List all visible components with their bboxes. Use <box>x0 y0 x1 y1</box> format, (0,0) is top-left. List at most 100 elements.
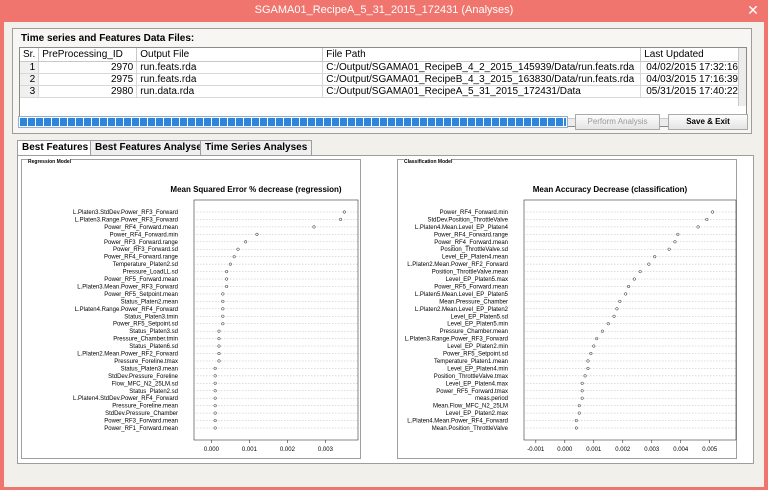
feature-label: L.Platen4.StdDev.Power_RF4_Forward <box>73 396 178 402</box>
feature-label: Flow_MFC_N2_25LM.sd <box>112 381 178 387</box>
files-table: Sr. PreProcessing_ID Output File File Pa… <box>20 48 742 98</box>
feature-label: Power_RF4_Forward.mean <box>104 225 178 231</box>
feature-label: Power_RF1_Forward.mean <box>104 426 178 432</box>
window-title: SGAMA01_RecipeA_5_31_2015_172431 (Analys… <box>254 4 514 16</box>
feature-label: Position_ThrottleValve.mean <box>432 270 508 276</box>
x-tick-label: 0.004 <box>673 447 689 453</box>
feature-label: L.Platen4.Range.Power_RF4_Forward <box>75 307 178 313</box>
classification-model-panel: Classification Model Mean Accuracy Decre… <box>397 159 737 459</box>
feature-label: Status_Platen3.mean <box>121 366 178 372</box>
feature-label: Position_ThrottleValve.sd <box>440 247 508 253</box>
feature-label: L.Platen2.Mean.Power_RF2_Forward <box>407 262 508 268</box>
feature-label: Power_RF4_Forward.mean <box>434 240 508 246</box>
feature-label: Power_RF3_Forward.sd <box>113 247 178 253</box>
x-tick-label: 0.000 <box>204 447 220 453</box>
feature-label: L.Platen5.Mean.Level_EP_Platen5 <box>415 292 509 298</box>
feature-label: meas.period <box>475 396 508 402</box>
column-header-output-file[interactable]: Output File <box>136 48 324 62</box>
feature-label: Level_EP_Platen4.min <box>447 366 508 372</box>
feature-label: Power_RF5_Setpoint.mean <box>104 292 178 298</box>
cell-file-path: C:/Output/SGAMA01_RecipeA_5_31_2015_1724… <box>322 85 642 98</box>
feature-label: Level_EP_Platen5.max <box>446 277 508 283</box>
column-header-file-path[interactable]: File Path <box>322 48 642 62</box>
x-tick-label: 0.003 <box>318 447 334 453</box>
close-icon[interactable]: ✕ <box>744 2 762 18</box>
x-tick-label: 0.001 <box>242 447 258 453</box>
feature-label: Power_RF5_Setpoint.sd <box>113 322 178 328</box>
feature-label: Mean.Flow_MFC_N2_25LM <box>433 404 508 410</box>
feature-label: StdDev.Pressure_Foreline <box>108 374 179 380</box>
feature-label: Power_RF5_Forward.tmax <box>436 389 508 395</box>
cell-output-file: run.data.rda <box>136 85 324 98</box>
feature-label: Level_EP_Platen5.sd <box>451 314 508 320</box>
feature-label: Status_Platen3.sd <box>129 329 178 335</box>
cell-sr: 2 <box>20 73 40 86</box>
feature-label: Pressure_Foreline.mean <box>112 404 178 410</box>
feature-label: Pressure_Foreline.tmax <box>114 359 178 365</box>
feature-label: Level_EP_Platen2.max <box>446 411 508 417</box>
x-tick-label: 0.003 <box>644 447 660 453</box>
feature-label: Level_EP_Platen5.min <box>447 322 508 328</box>
column-header-preprocessing-id[interactable]: PreProcessing_ID <box>38 48 138 62</box>
feature-label: L.Platen3.StdDev.Power_RF3_Forward <box>73 210 178 216</box>
cell-preprocessing-id: 2980 <box>38 85 138 98</box>
feature-label: Pressure_LoadLL.sd <box>123 270 178 276</box>
feature-label: Level_EP_Platen4.max <box>446 381 508 387</box>
cell-last-updated: 04/02/2015 17:32:16 <box>640 61 742 74</box>
files-group-title: Time series and Features Data Files: <box>21 33 195 44</box>
feature-label: Power_RF5_Setpoint.sd <box>443 352 508 358</box>
feature-label: Mean.Pressure_Chamber <box>439 299 508 305</box>
column-header-last-updated[interactable]: Last Updated <box>640 48 742 62</box>
best-features-panel: Regression Model Mean Squared Error % de… <box>17 155 754 464</box>
feature-label: L.Platen4.Mean.Level_EP_Platen4 <box>415 225 509 231</box>
x-tick-label: 0.002 <box>615 447 631 453</box>
progress-fill <box>20 118 566 126</box>
feature-label: Level_EP_Platen4.mean <box>442 255 508 261</box>
feature-label: Status_Platen2.sd <box>129 389 178 395</box>
feature-label: Level_EP_Platen2.min <box>447 344 508 350</box>
feature-label: Power_RF4_Forward.min <box>440 210 508 216</box>
feature-label: Mean.Position_ThrottleValve <box>432 426 509 432</box>
cell-sr: 1 <box>20 61 40 74</box>
cell-file-path: C:/Output/SGAMA01_RecipeB_4_3_2015_16383… <box>322 73 642 86</box>
feature-label: Status_Platen2.mean <box>121 299 178 305</box>
cell-file-path: C:/Output/SGAMA01_RecipeB_4_2_2015_14593… <box>322 61 642 74</box>
table-row[interactable]: 1 2970 run.feats.rda C:/Output/SGAMA01_R… <box>20 61 742 74</box>
table-row[interactable]: 3 2980 run.data.rda C:/Output/SGAMA01_Re… <box>20 85 742 98</box>
column-header-sr[interactable]: Sr. <box>20 48 40 62</box>
feature-label: Temperature_Platen1.mean <box>434 359 508 365</box>
feature-label: Pressure_Chamber.tmin <box>113 337 178 343</box>
tab-best-features-analyses[interactable]: Best Features Analyses <box>90 140 213 156</box>
feature-label: Power_RF3_Forward.range <box>104 240 179 246</box>
regression-model-panel: Regression Model Mean Squared Error % de… <box>21 159 361 459</box>
plot-frame <box>193 199 359 441</box>
x-tick-label: 0.005 <box>702 447 718 453</box>
feature-label: L.Platen3.Mean.Power_RF3_Forward <box>77 284 178 290</box>
cell-last-updated: 05/31/2015 17:40:22 <box>640 85 742 98</box>
feature-label: Power_RF4_Forward.range <box>434 232 509 238</box>
cell-last-updated: 04/03/2015 17:16:39 <box>640 73 742 86</box>
perform-analysis-button[interactable]: Perform Analysis <box>575 114 660 130</box>
cell-output-file: run.feats.rda <box>136 73 324 86</box>
cell-preprocessing-id: 2975 <box>38 73 138 86</box>
table-vertical-scrollbar[interactable] <box>738 48 746 106</box>
feature-label: Power_RF5_Forward.mean <box>104 277 178 283</box>
plot-frame <box>523 199 737 441</box>
feature-label: Status_Platen6.sd <box>129 344 178 350</box>
table-row[interactable]: 2 2975 run.feats.rda C:/Output/SGAMA01_R… <box>20 73 742 86</box>
x-tick-label: 0.001 <box>586 447 602 453</box>
table-header-row: Sr. PreProcessing_ID Output File File Pa… <box>20 48 742 62</box>
x-tick-label: 0.000 <box>557 447 573 453</box>
cell-sr: 3 <box>20 85 40 98</box>
feature-label: Temperature_Platen2.sd <box>113 262 178 268</box>
feature-label: L.Platen2.Mean.Power_RF2_Forward <box>77 352 178 358</box>
feature-label: L.Platen3.Range.Power_RF3_Forward <box>405 337 508 343</box>
feature-label: Power_RF5_Forward.mean <box>434 284 508 290</box>
tab-time-series-analyses[interactable]: Time Series Analyses <box>200 140 313 156</box>
feature-label: Status_Platen3.tmin <box>124 314 178 320</box>
regression-chart: Mean Squared Error % decrease (regressio… <box>73 185 359 453</box>
classification-chart: Mean Accuracy Decrease (classification) P… <box>405 185 737 453</box>
save-exit-button[interactable]: Save & Exit <box>668 114 748 130</box>
feature-label: Position_ThrottleValve.tmax <box>434 374 508 380</box>
feature-label: Power_RF4_Forward.range <box>104 255 179 261</box>
